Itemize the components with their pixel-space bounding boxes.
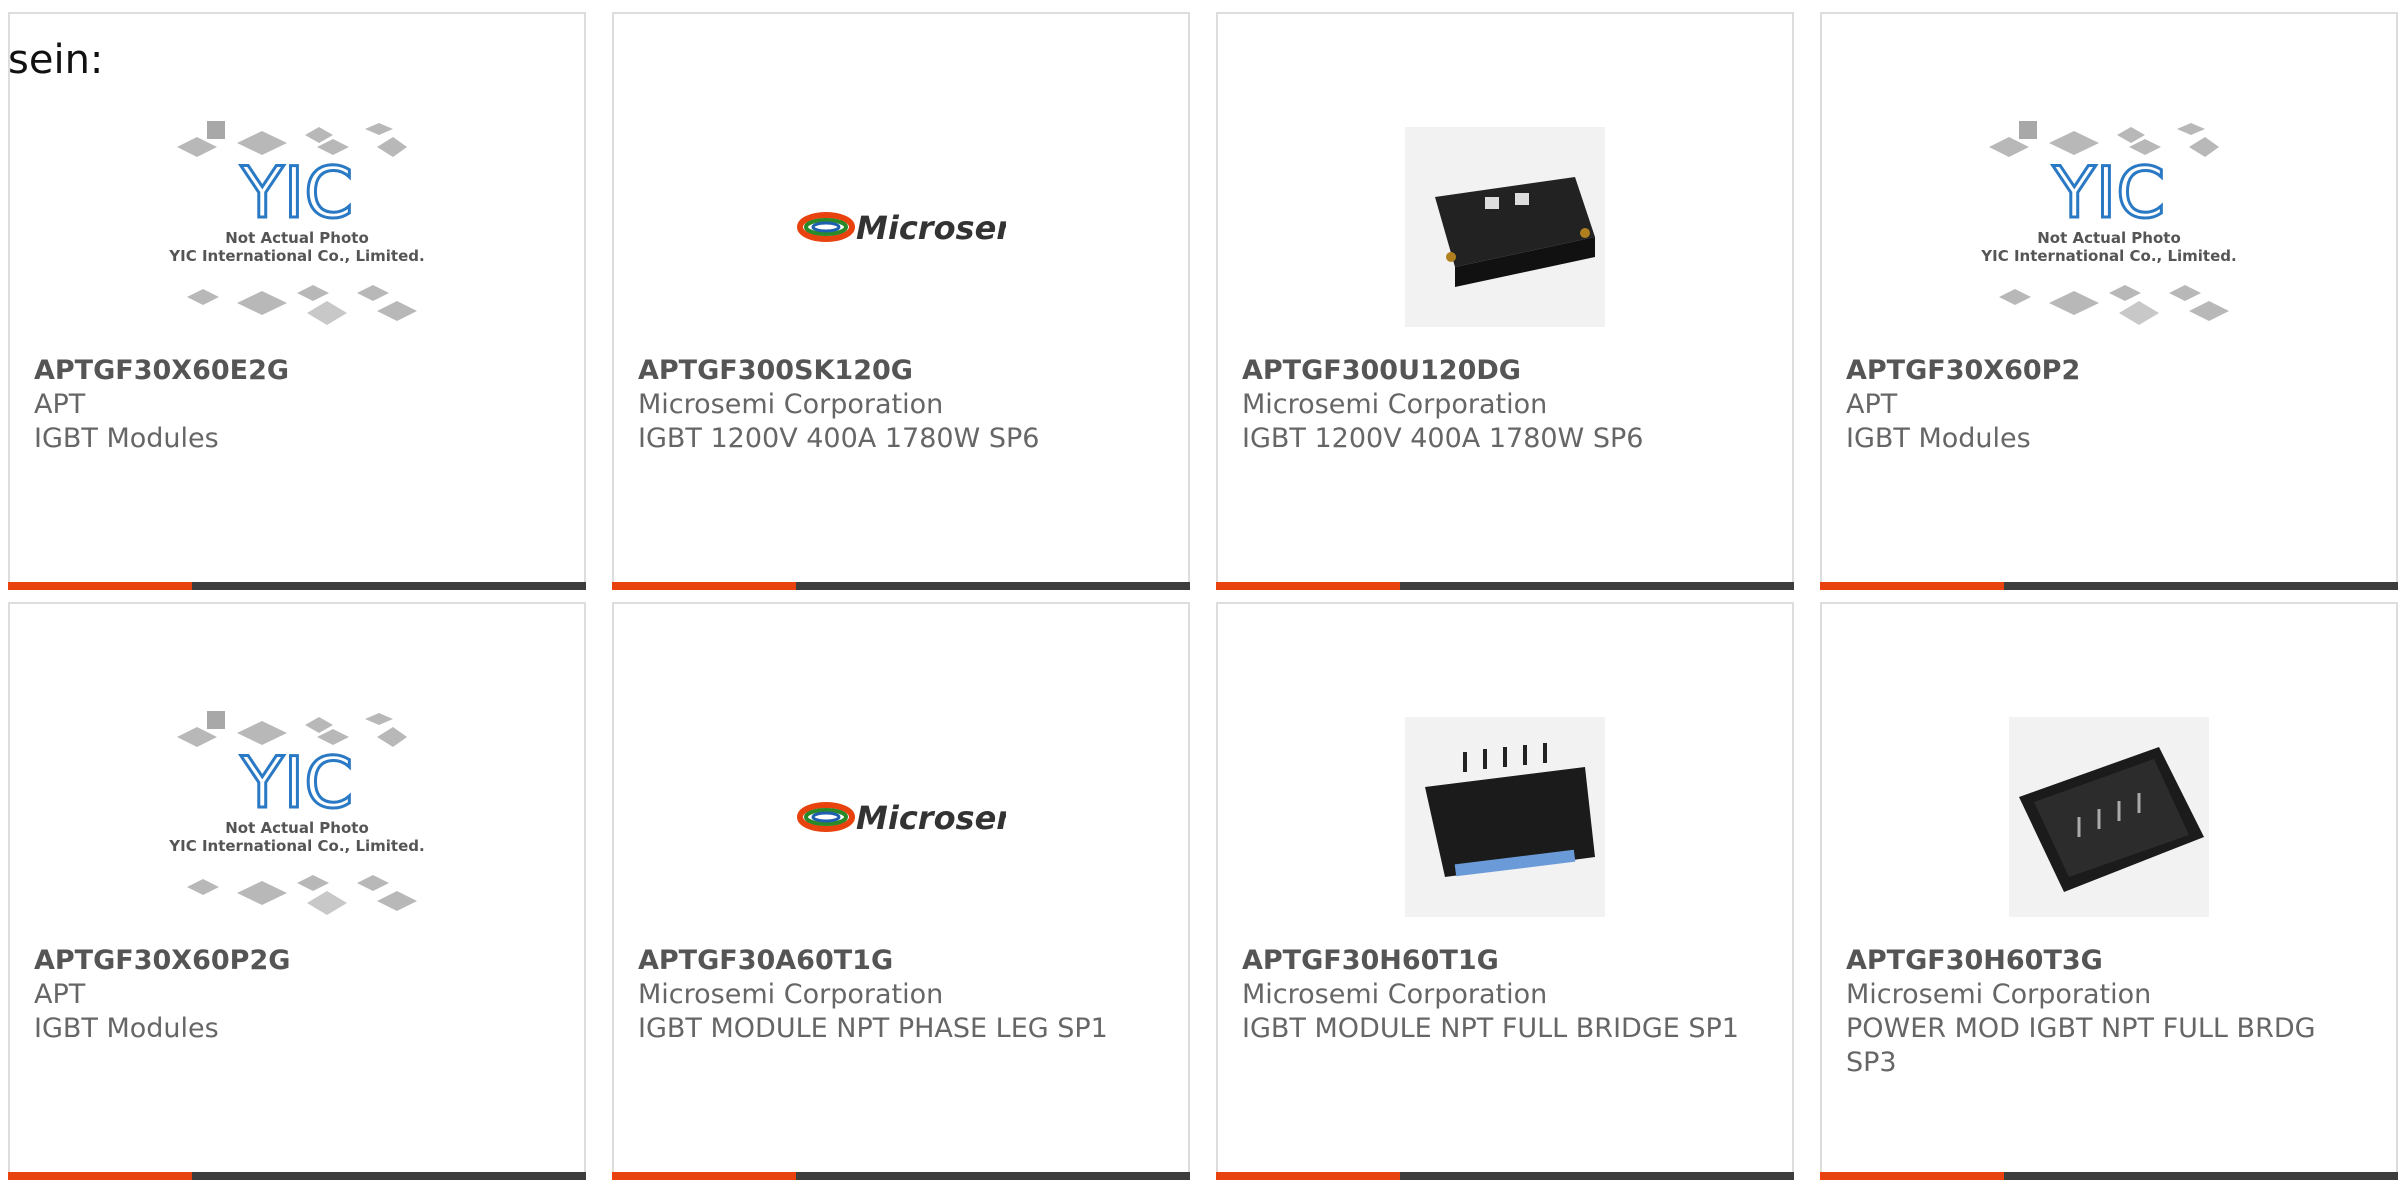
description: IGBT 1200V 400A 1780W SP6 xyxy=(1242,423,1644,454)
product-info: APTGF30X60P2G APT IGBT Modules xyxy=(34,944,560,1046)
card-footer-bar xyxy=(1216,1172,1794,1180)
description: POWER MOD IGBT NPT FULL BRDG SP3 xyxy=(1846,1013,2316,1078)
product-image-sp3-photo[interactable] xyxy=(1822,682,2396,952)
card-footer-bar xyxy=(1820,1172,2398,1180)
manufacturer: Microsemi Corporation xyxy=(1242,389,1548,420)
intro-text: sein: xyxy=(8,37,104,83)
card-footer-bar xyxy=(612,582,1190,590)
svg-text:YIC International Co., Limited: YIC International Co., Limited. xyxy=(168,247,424,265)
card-footer-bar xyxy=(8,582,586,590)
yic-placeholder-icon: YIC Not Actual Photo YIC International C… xyxy=(168,711,425,915)
card-footer-bar xyxy=(1216,582,1794,590)
product-grid: YIC Not Actual Photo YIC International C… xyxy=(8,12,2398,1180)
product-card[interactable]: Microsemi APTGF300SK120G Microsemi Corpo… xyxy=(612,12,1190,590)
product-card[interactable]: APTGF30H60T1G Microsemi Corporation IGBT… xyxy=(1216,602,1794,1180)
part-number[interactable]: APTGF30X60P2G xyxy=(34,944,560,978)
product-card[interactable]: YIC Not Actual Photo YIC International C… xyxy=(8,12,586,590)
svg-text:YIC: YIC xyxy=(240,152,353,234)
manufacturer: APT xyxy=(34,979,86,1010)
description: IGBT Modules xyxy=(34,423,219,454)
product-image-sp1-photo[interactable] xyxy=(1218,682,1792,952)
product-info: APTGF300SK120G Microsemi Corporation IGB… xyxy=(638,354,1164,456)
description: IGBT 1200V 400A 1780W SP6 xyxy=(638,423,1040,454)
product-info: APTGF30H60T3G Microsemi Corporation POWE… xyxy=(1846,944,2372,1080)
svg-text:YIC International Co., Limited: YIC International Co., Limited. xyxy=(1980,247,2236,265)
microsemi-logo-icon: Microsemi xyxy=(797,209,1006,247)
product-image-microsemi-logo[interactable]: Microsemi xyxy=(614,92,1188,362)
manufacturer: Microsemi Corporation xyxy=(1846,979,2152,1010)
manufacturer: Microsemi Corporation xyxy=(638,389,944,420)
part-number[interactable]: APTGF30H60T3G xyxy=(1846,944,2372,978)
part-number[interactable]: APTGF300SK120G xyxy=(638,354,1164,388)
svg-text:Microsemi: Microsemi xyxy=(856,209,1006,247)
svg-text:YIC International Co., Limited: YIC International Co., Limited. xyxy=(168,837,424,855)
product-card[interactable]: APTGF300U120DG Microsemi Corporation IGB… xyxy=(1216,12,1794,590)
svg-text:Not Actual Photo: Not Actual Photo xyxy=(2037,229,2181,247)
product-image-yic-placeholder[interactable]: YIC Not Actual Photo YIC International C… xyxy=(10,682,584,952)
product-card[interactable]: YIC Not Actual Photo YIC International C… xyxy=(8,602,586,1180)
card-footer-bar xyxy=(1820,582,2398,590)
microsemi-logo-icon: Microsemi xyxy=(797,799,1006,837)
igbt-module-sp1-icon xyxy=(1405,717,1605,917)
part-number[interactable]: APTGF30A60T1G xyxy=(638,944,1164,978)
yic-placeholder-icon: YIC Not Actual Photo YIC International C… xyxy=(1980,121,2237,325)
manufacturer: APT xyxy=(34,389,86,420)
svg-text:Microsemi: Microsemi xyxy=(856,799,1006,837)
svg-text:YIC: YIC xyxy=(2052,152,2165,234)
card-footer-bar xyxy=(8,1172,586,1180)
card-footer-bar xyxy=(612,1172,1190,1180)
product-card[interactable]: Microsemi APTGF30A60T1G Microsemi Corpor… xyxy=(612,602,1190,1180)
product-image-yic-placeholder[interactable]: YIC Not Actual Photo YIC International C… xyxy=(1822,92,2396,362)
description: IGBT Modules xyxy=(1846,423,2031,454)
description: IGBT Modules xyxy=(34,1013,219,1044)
part-number[interactable]: APTGF30X60E2G xyxy=(34,354,560,388)
description: IGBT MODULE NPT PHASE LEG SP1 xyxy=(638,1013,1108,1044)
yic-placeholder-icon: YIC Not Actual Photo YIC International C… xyxy=(168,121,425,325)
product-image-yic-placeholder[interactable]: YIC Not Actual Photo YIC International C… xyxy=(10,92,584,362)
part-number[interactable]: APTGF30X60P2 xyxy=(1846,354,2372,388)
part-number[interactable]: APTGF300U120DG xyxy=(1242,354,1768,388)
product-info: APTGF30A60T1G Microsemi Corporation IGBT… xyxy=(638,944,1164,1046)
part-number[interactable]: APTGF30H60T1G xyxy=(1242,944,1768,978)
svg-text:YIC: YIC xyxy=(240,742,353,824)
igbt-module-icon xyxy=(1405,127,1605,327)
product-card[interactable]: YIC Not Actual Photo YIC International C… xyxy=(1820,12,2398,590)
svg-text:Not Actual Photo: Not Actual Photo xyxy=(225,229,369,247)
svg-text:Not Actual Photo: Not Actual Photo xyxy=(225,819,369,837)
product-info: APTGF30X60P2 APT IGBT Modules xyxy=(1846,354,2372,456)
manufacturer: Microsemi Corporation xyxy=(638,979,944,1010)
product-info: APTGF30X60E2G APT IGBT Modules xyxy=(34,354,560,456)
product-info: APTGF30H60T1G Microsemi Corporation IGBT… xyxy=(1242,944,1768,1046)
description: IGBT MODULE NPT FULL BRIDGE SP1 xyxy=(1242,1013,1739,1044)
product-card[interactable]: APTGF30H60T3G Microsemi Corporation POWE… xyxy=(1820,602,2398,1180)
manufacturer: APT xyxy=(1846,389,1898,420)
product-info: APTGF300U120DG Microsemi Corporation IGB… xyxy=(1242,354,1768,456)
product-image-microsemi-logo[interactable]: Microsemi xyxy=(614,682,1188,952)
product-image-module-photo[interactable] xyxy=(1218,92,1792,362)
igbt-module-sp3-icon xyxy=(2009,717,2209,917)
manufacturer: Microsemi Corporation xyxy=(1242,979,1548,1010)
